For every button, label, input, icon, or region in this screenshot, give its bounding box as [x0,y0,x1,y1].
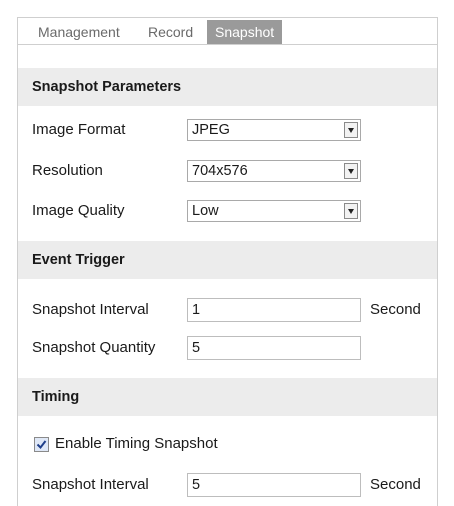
image-quality-label: Image Quality [32,202,125,219]
section-header-timing: Timing [18,378,437,416]
tab-management[interactable]: Management [30,20,128,44]
snapshot-quantity-label: Snapshot Quantity [32,339,156,356]
snapshot-quantity-input[interactable]: 5 [187,336,361,360]
image-format-value: JPEG [192,122,230,138]
resolution-select[interactable]: 704x576 [187,160,361,182]
checkmark-icon [36,440,47,450]
resolution-value: 704x576 [192,163,248,179]
enable-timing-snapshot-label: Enable Timing Snapshot [55,435,218,452]
section-header-event-trigger: Event Trigger [18,241,437,279]
timing-snapshot-interval-unit: Second [370,476,421,493]
tab-bar: Management Record Snapshot [18,18,437,45]
tab-record[interactable]: Record [140,20,201,44]
snapshot-settings-panel: Management Record Snapshot Snapshot Para… [17,17,438,506]
chevron-down-icon [344,122,358,138]
chevron-down-icon [344,203,358,219]
enable-timing-snapshot-checkbox[interactable] [34,437,49,452]
event-snapshot-interval-input[interactable]: 1 [187,298,361,322]
event-snapshot-interval-unit: Second [370,301,421,318]
timing-snapshot-interval-label: Snapshot Interval [32,476,149,493]
event-snapshot-interval-label: Snapshot Interval [32,301,149,318]
section-header-snapshot-parameters: Snapshot Parameters [18,68,437,106]
resolution-label: Resolution [32,162,103,179]
chevron-down-icon [344,163,358,179]
image-quality-select[interactable]: Low [187,200,361,222]
image-format-select[interactable]: JPEG [187,119,361,141]
timing-snapshot-interval-input[interactable]: 5 [187,473,361,497]
image-quality-value: Low [192,203,219,219]
image-format-label: Image Format [32,121,126,138]
tab-snapshot[interactable]: Snapshot [207,20,283,44]
